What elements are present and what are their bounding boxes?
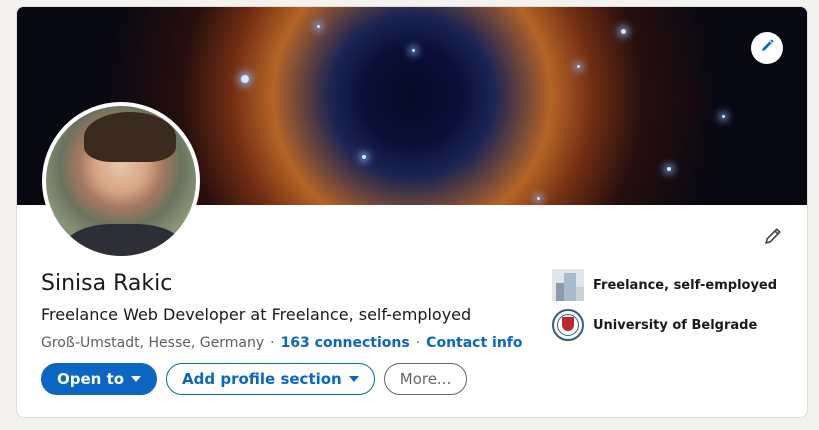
edit-intro-button[interactable]: [757, 222, 789, 254]
connections-link[interactable]: 163 connections: [281, 335, 410, 351]
university-logo-icon: [552, 309, 584, 341]
avatar-shirt: [64, 224, 184, 256]
current-company-link[interactable]: Freelance, self-employed: [552, 269, 777, 301]
profile-experience-summary: Freelance, self-employed University of B…: [552, 269, 777, 349]
profile-photo[interactable]: [42, 102, 200, 260]
avatar-hair: [84, 112, 176, 162]
edit-banner-button[interactable]: [751, 32, 783, 64]
caret-down-icon: [131, 376, 142, 382]
profile-card: Sinisa Rakic Freelance Web Developer at …: [16, 6, 808, 418]
profile-name: Sinisa Rakic: [41, 271, 173, 296]
contact-info-link[interactable]: Contact info: [426, 335, 522, 351]
open-to-button[interactable]: Open to: [41, 363, 158, 395]
company-name: Freelance, self-employed: [593, 277, 778, 293]
more-button[interactable]: More...: [383, 363, 468, 395]
profile-actions: Open to Add profile section More...: [41, 363, 468, 395]
pencil-icon: [762, 225, 784, 251]
separator-dot: ·: [270, 335, 275, 351]
separator-dot: ·: [415, 335, 421, 351]
more-label: More...: [399, 370, 452, 388]
add-profile-section-label: Add profile section: [182, 370, 342, 388]
caret-down-icon: [348, 376, 359, 382]
education-link[interactable]: University of Belgrade: [552, 309, 777, 341]
company-logo-icon: [552, 269, 584, 301]
profile-headline: Freelance Web Developer at Freelance, se…: [41, 305, 472, 324]
location-line: Groß-Umstadt, Hesse, Germany · 163 connect…: [41, 335, 523, 351]
school-name: University of Belgrade: [593, 317, 758, 333]
profile-location: Groß-Umstadt, Hesse, Germany: [41, 335, 265, 351]
open-to-label: Open to: [57, 370, 125, 388]
pencil-icon: [759, 38, 775, 58]
add-profile-section-button[interactable]: Add profile section: [166, 363, 375, 395]
